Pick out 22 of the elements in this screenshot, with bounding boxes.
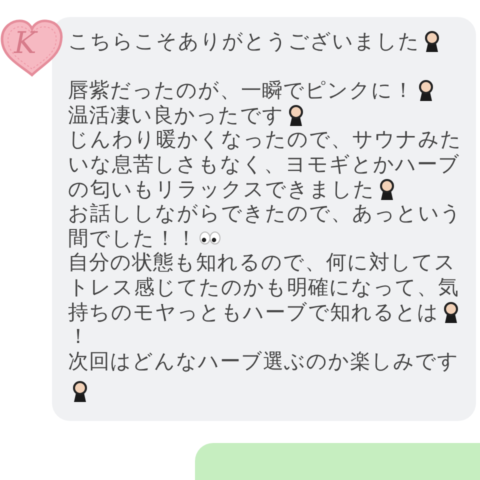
message-line: いな息苦しさもなく、ヨモギとかハーブ — [68, 152, 460, 177]
heart-avatar — [0, 17, 64, 79]
person-icon — [377, 178, 397, 200]
message-line: 自分の状態も知れるので、何に対してス — [68, 250, 456, 275]
message-line: 次回はどんなハーブ選ぶのか楽しみです — [68, 348, 459, 374]
message-line: トレス感じてたのかも明確になって、気 — [68, 274, 459, 300]
avatar-letter: K — [14, 29, 36, 59]
message-line: こちらこそありがとうございました — [68, 29, 420, 54]
person-icon — [422, 30, 442, 52]
message-line: 持ちのモヤっともハーブで知れるとは — [68, 300, 439, 324]
person-icon — [286, 104, 306, 126]
eyes-icon — [199, 231, 221, 246]
message-line: の匂いもリラックスできました — [68, 176, 375, 202]
person-icon — [70, 380, 90, 402]
message-line: ！ — [68, 324, 89, 349]
message-line: 唇紫だったのが、一瞬でピンクに！ — [68, 78, 414, 103]
message-line: お話ししながらできたので、あっという — [68, 201, 462, 226]
person-icon — [416, 79, 436, 102]
message-line: 間でした！！ — [68, 226, 197, 250]
message-line: 温活凄い良かったです — [68, 102, 284, 128]
person-icon — [441, 300, 461, 323]
message-line: じんわり暖かくなったので、サウナみた — [68, 127, 462, 152]
